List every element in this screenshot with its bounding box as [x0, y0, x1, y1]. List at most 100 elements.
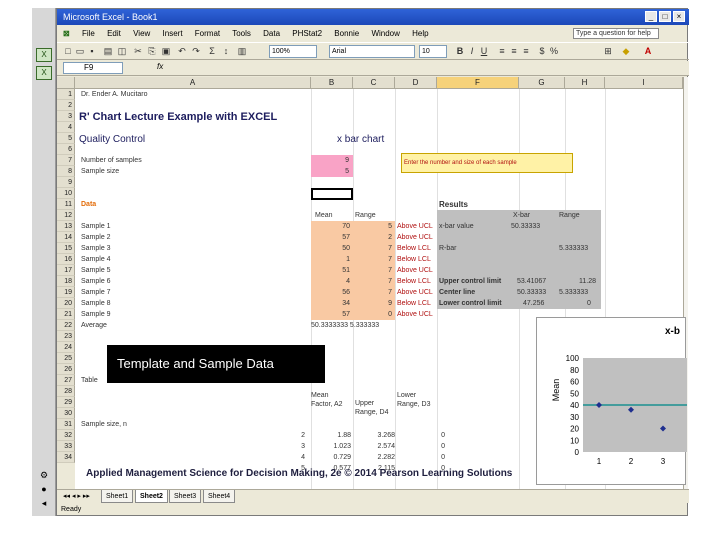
xbar-value-label[interactable]: x-bar value: [439, 221, 474, 232]
active-cell[interactable]: [311, 188, 353, 200]
col-header-g[interactable]: G: [519, 77, 565, 89]
print-icon[interactable]: ▤: [103, 46, 113, 56]
col-header-f[interactable]: F: [437, 77, 519, 89]
sample-mean[interactable]: 57: [311, 309, 353, 320]
tab-sheet4[interactable]: Sheet4: [203, 490, 236, 503]
row-header-15[interactable]: 15: [57, 243, 75, 254]
table-label[interactable]: Table: [81, 375, 98, 386]
sample-name[interactable]: Sample 4: [81, 254, 111, 265]
sample-range[interactable]: 7: [353, 254, 395, 265]
sample-mean[interactable]: 1: [311, 254, 353, 265]
preview-icon[interactable]: ◫: [117, 46, 127, 56]
sample-mean[interactable]: 50: [311, 243, 353, 254]
redo-icon[interactable]: ↷: [191, 46, 201, 56]
table-d4[interactable]: 3.268: [355, 430, 395, 441]
font-color-icon[interactable]: A: [643, 46, 653, 56]
row-header-9[interactable]: 9: [57, 177, 75, 188]
align-left-icon[interactable]: ≡: [497, 46, 507, 56]
cl-x[interactable]: 50.33333: [517, 287, 546, 298]
sample-range[interactable]: 7: [353, 287, 395, 298]
range-header[interactable]: Range: [355, 210, 376, 221]
sample-name[interactable]: Sample 8: [81, 298, 111, 309]
row-header-31[interactable]: 31: [57, 419, 75, 430]
sample-size-label[interactable]: Sample size: [81, 166, 119, 177]
menu-data[interactable]: Data: [263, 29, 280, 38]
ucl-x[interactable]: 53.41067: [517, 276, 546, 287]
sample-range[interactable]: 7: [353, 265, 395, 276]
menu-window[interactable]: Window: [371, 29, 399, 38]
cut-icon[interactable]: ✂: [133, 46, 143, 56]
font-select[interactable]: Arial: [329, 45, 415, 58]
lcl-r[interactable]: 0: [587, 298, 591, 309]
sample-mean[interactable]: 56: [311, 287, 353, 298]
row-header-32[interactable]: 32: [57, 430, 75, 441]
table-d3[interactable]: 0: [405, 441, 445, 452]
tab-nav-icon[interactable]: ◂◂ ◂ ▸ ▸▸: [63, 490, 90, 503]
palette-icon[interactable]: ●: [38, 484, 50, 494]
font-size-select[interactable]: 10: [419, 45, 447, 58]
table-a2[interactable]: 1.023: [311, 441, 351, 452]
quality-control-heading[interactable]: Quality Control: [79, 134, 145, 146]
italic-icon[interactable]: I: [467, 46, 477, 56]
author-cell[interactable]: Dr. Ender A. Mucitaro: [81, 89, 148, 100]
lcl-label[interactable]: Lower control limit: [439, 298, 502, 309]
sample-name[interactable]: Sample 1: [81, 221, 111, 232]
rbar-value[interactable]: 5.333333: [559, 243, 588, 254]
sample-mean[interactable]: 57: [311, 232, 353, 243]
copy-icon[interactable]: ⎘: [147, 46, 157, 56]
sample-flag[interactable]: Above UCL: [397, 221, 437, 232]
col-header-h[interactable]: H: [565, 77, 605, 89]
sample-range[interactable]: 2: [353, 232, 395, 243]
sample-flag[interactable]: Below LCL: [397, 243, 437, 254]
excel-icon[interactable]: X: [36, 48, 52, 62]
sample-size-value[interactable]: 5: [311, 166, 353, 177]
col-header-b[interactable]: B: [311, 77, 353, 89]
sample-mean[interactable]: 70: [311, 221, 353, 232]
undo-icon[interactable]: ↶: [177, 46, 187, 56]
row-header-30[interactable]: 30: [57, 408, 75, 419]
sample-name[interactable]: Sample 2: [81, 232, 111, 243]
row-header-12[interactable]: 12: [57, 210, 75, 221]
sample-flag[interactable]: Below LCL: [397, 254, 437, 265]
menu-help[interactable]: Help: [412, 29, 428, 38]
fx-icon[interactable]: fx: [157, 62, 163, 71]
row-header-10[interactable]: 10: [57, 188, 75, 199]
rbar-label[interactable]: R-bar: [439, 243, 457, 254]
sheet-title[interactable]: R' Chart Lecture Example with EXCEL: [79, 111, 277, 124]
lcl-x[interactable]: 47.256: [523, 298, 544, 309]
select-all-corner[interactable]: [57, 77, 75, 89]
results-label[interactable]: Results: [439, 199, 468, 210]
row-header-24[interactable]: 24: [57, 342, 75, 353]
sample-size-header[interactable]: Sample size, n: [81, 419, 127, 430]
menu-phstat[interactable]: PHStat2: [292, 29, 322, 38]
table-n[interactable]: 2: [265, 430, 305, 441]
sample-flag[interactable]: Above UCL: [397, 265, 437, 276]
sample-name[interactable]: Sample 6: [81, 276, 111, 287]
table-d3[interactable]: 0: [405, 452, 445, 463]
row-header-7[interactable]: 7: [57, 155, 75, 166]
sample-range[interactable]: 9: [353, 298, 395, 309]
num-samples-value[interactable]: 9: [311, 155, 353, 166]
row-header-14[interactable]: 14: [57, 232, 75, 243]
ucl-r[interactable]: 11.28: [579, 276, 596, 287]
row-header-5[interactable]: 5: [57, 133, 75, 144]
chart-icon[interactable]: ▥: [237, 46, 247, 56]
upper-header[interactable]: Upper Range, D4: [355, 399, 395, 417]
sample-mean[interactable]: 34: [311, 298, 353, 309]
xbar-chart-heading[interactable]: x bar chart: [337, 134, 384, 146]
table-n[interactable]: 3: [265, 441, 305, 452]
sample-name[interactable]: Sample 5: [81, 265, 111, 276]
row-header-23[interactable]: 23: [57, 331, 75, 342]
factor-header[interactable]: Mean Factor, A2: [311, 391, 351, 409]
menu-insert[interactable]: Insert: [163, 29, 183, 38]
row-header-13[interactable]: 13: [57, 221, 75, 232]
sample-range[interactable]: 7: [353, 276, 395, 287]
data-label[interactable]: Data: [81, 199, 96, 210]
row-header-34[interactable]: 34: [57, 452, 75, 463]
row-header-27[interactable]: 27: [57, 375, 75, 386]
close-button[interactable]: ×: [673, 11, 685, 22]
table-d4[interactable]: 2.574: [355, 441, 395, 452]
sample-range[interactable]: 5: [353, 221, 395, 232]
excel-doc-icon[interactable]: ⊠: [63, 29, 70, 38]
row-header-21[interactable]: 21: [57, 309, 75, 320]
